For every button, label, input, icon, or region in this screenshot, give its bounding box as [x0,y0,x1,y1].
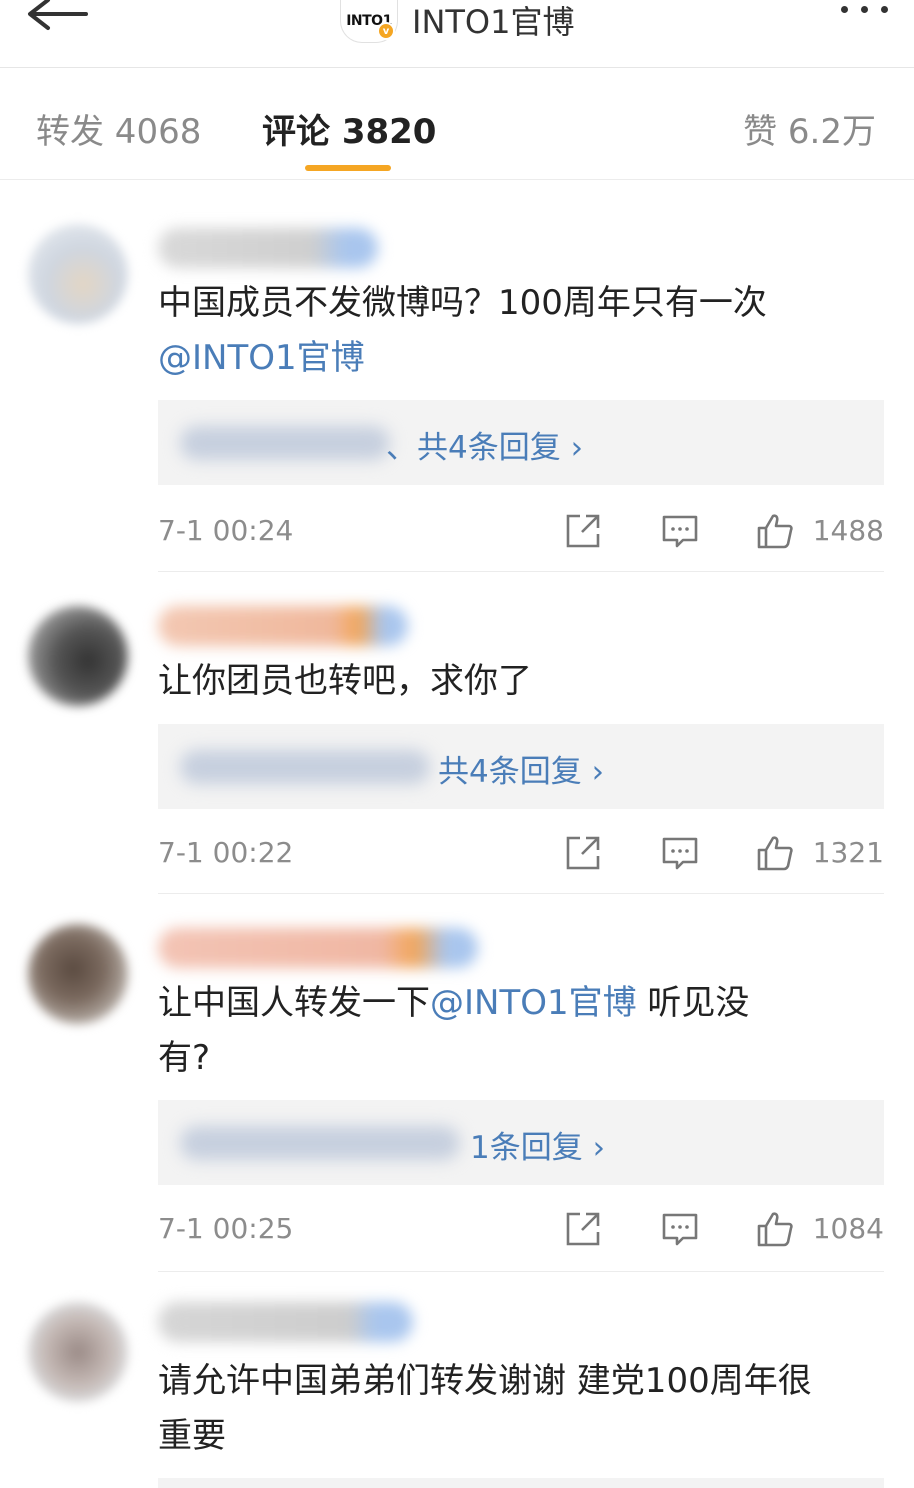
thumbs-up-icon[interactable] [756,834,794,872]
comment-text: 中国成员不发微博吗？100周年只有一次 @INTO1官博 [158,276,888,386]
reply-author-blurred [180,1126,460,1160]
comment-text-body: 让中国人转发一下 [158,983,430,1023]
avatar[interactable] [28,1302,128,1402]
timestamp: 7-1 00:24 [158,514,294,547]
avatar[interactable] [28,224,128,324]
like-count: 1321 [812,836,884,869]
comment-text: 让中国人转发一下@INTO1官博 听见没 有? [158,976,888,1086]
reply-preview[interactable]: 共4条回复 › [158,724,884,809]
comment-item: 让中国人转发一下@INTO1官博 听见没 有? 1条回复 › 7-1 00:25… [0,894,914,1272]
tab-like[interactable]: 赞 6.2万 [743,104,876,153]
reply-preview[interactable]: 、共4条回复 › [158,400,884,485]
comment-item: 让你团员也转吧，求你了 共4条回复 › 7-1 00:22 1321 [0,572,914,894]
active-tab-indicator [305,165,391,171]
comment-item: 请允许中国弟弟们转发谢谢 建党100周年很 重要 [0,1272,914,1488]
username-blurred[interactable] [158,1302,413,1342]
thumbs-up-icon[interactable] [756,512,794,550]
timestamp: 7-1 00:25 [158,1212,294,1245]
username-blurred[interactable] [158,228,378,268]
username-blurred[interactable] [158,606,408,646]
reply-count-link[interactable]: 、共4条回复 › [386,422,583,467]
reply-count-link[interactable]: 1条回复 › [470,1122,605,1167]
reply-comment-icon[interactable] [661,512,699,550]
reply-author-blurred [180,426,390,460]
avatar[interactable] [28,606,128,706]
reply-comment-icon[interactable] [661,1210,699,1248]
reply-count-link[interactable]: 共4条回复 › [438,746,604,791]
comment-item: 中国成员不发微博吗？100周年只有一次 @INTO1官博 、共4条回复 › 7-… [0,180,914,572]
comment-text-body: 让你团员也转吧，求你了 [158,661,532,701]
thumbs-up-icon[interactable] [756,1210,794,1248]
mention-link[interactable]: @INTO1官博 [430,983,637,1023]
account-header[interactable]: INTO1 v INTO1官博 [340,0,574,48]
verified-badge-icon: v [377,22,395,40]
share-icon[interactable] [564,512,602,550]
more-dots-icon[interactable] [841,6,888,13]
comment-text-body: 请允许中国弟弟们转发谢谢 建党100周年很 [158,1361,812,1401]
comment-text-body: 有? [158,1038,211,1078]
comment-text-body: 中国成员不发微博吗？100周年只有一次 [158,283,767,323]
like-count: 1084 [812,1212,884,1245]
account-name[interactable]: INTO1官博 [412,0,574,43]
mention-link[interactable]: @INTO1官博 [158,338,365,378]
comment-meta: 7-1 00:25 1084 [158,1210,884,1250]
share-icon[interactable] [564,1210,602,1248]
comment-text: 让你团员也转吧，求你了 [158,654,888,709]
reply-preview[interactable] [158,1478,884,1488]
tab-repost[interactable]: 转发 4068 [36,104,201,153]
account-avatar[interactable]: INTO1 v [340,0,398,43]
comment-text: 请允许中国弟弟们转发谢谢 建党100周年很 重要 [158,1354,888,1464]
top-bar: INTO1 v INTO1官博 [0,0,914,68]
comment-meta: 7-1 00:22 1321 [158,834,884,874]
timestamp: 7-1 00:22 [158,836,294,869]
comment-meta: 7-1 00:24 1488 [158,512,884,552]
username-blurred[interactable] [158,928,478,968]
comment-text-body: 听见没 [636,983,750,1023]
reply-preview[interactable]: 1条回复 › [158,1100,884,1185]
tab-comment[interactable]: 评论 3820 [262,104,436,153]
like-count: 1488 [812,514,884,547]
tab-bar: 转发 4068 评论 3820 赞 6.2万 [0,68,914,180]
comment-text-body: 重要 [158,1416,226,1456]
avatar[interactable] [28,924,128,1024]
reply-comment-icon[interactable] [661,834,699,872]
share-icon[interactable] [564,834,602,872]
back-arrow-icon[interactable] [22,0,92,40]
reply-author-blurred [180,750,430,784]
